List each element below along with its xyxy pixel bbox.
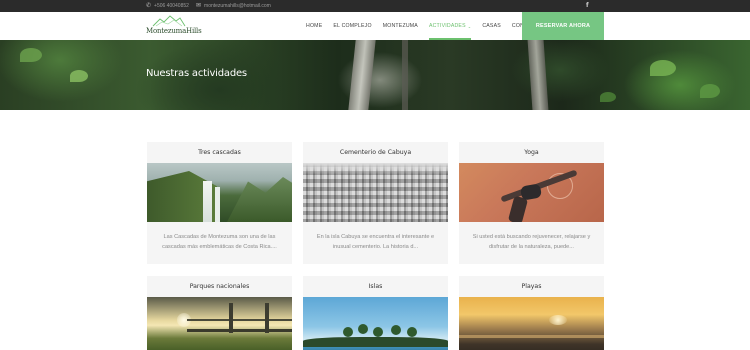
site-header: MontezumaHills HOME EL COMPLEJO MONTEZUM… xyxy=(0,12,750,40)
top-bar: ✆ +506 40040852 ✉ montezumahills@hotmail… xyxy=(0,0,750,12)
page-title: Nuestras actividades xyxy=(146,68,247,79)
activity-card-image[interactable] xyxy=(147,297,292,350)
activity-card-title[interactable]: Playas xyxy=(459,276,604,297)
activity-card-description: Si usted está buscando rejuvenecer, rela… xyxy=(472,234,591,250)
nav-actividades[interactable]: ACTIVIDADES ⌄ xyxy=(428,12,472,40)
main-nav: HOME EL COMPLEJO MONTEZUMA ACTIVIDADES ⌄ … xyxy=(306,12,553,40)
activity-card-description: En la isla Cabuya se encuentra el intere… xyxy=(316,234,435,250)
email-icon: ✉ xyxy=(196,3,202,9)
hero-bg-trunk xyxy=(348,40,376,110)
mountain-logo-icon xyxy=(152,15,186,27)
activity-card[interactable]: Tres cascadas Las Cascadas de Montezuma … xyxy=(147,142,292,264)
nav-casas[interactable]: CASAS xyxy=(482,12,501,40)
hero-bg-trunk xyxy=(402,40,408,110)
site-logo[interactable]: MontezumaHills xyxy=(146,14,202,38)
hero-bg-leaf xyxy=(20,48,42,62)
hero-bg-leaf xyxy=(700,84,720,98)
hero-bg-leaf xyxy=(650,60,676,76)
hero-bg-leaf xyxy=(600,92,616,102)
logo-wordmark: MontezumaHills xyxy=(146,27,202,35)
phone-icon: ✆ xyxy=(146,3,152,9)
hero-banner: Nuestras actividades xyxy=(0,40,750,110)
nav-home-label: HOME xyxy=(306,23,323,29)
activity-card-image[interactable] xyxy=(459,297,604,350)
activity-card-image[interactable] xyxy=(303,163,448,222)
activity-card-image[interactable] xyxy=(303,297,448,350)
facebook-icon[interactable]: f xyxy=(586,2,589,9)
nav-montezuma[interactable]: MONTEZUMA xyxy=(383,12,418,40)
hero-bg-trunk xyxy=(527,40,549,110)
reserve-now-button[interactable]: RESERVAR AHORA xyxy=(522,12,604,40)
activity-card-title[interactable]: Islas xyxy=(303,276,448,297)
nav-el-complejo-label: EL COMPLEJO xyxy=(333,23,372,29)
phone-contact[interactable]: ✆ +506 40040852 xyxy=(146,0,189,12)
activity-card[interactable]: Playas xyxy=(459,276,604,350)
nav-el-complejo[interactable]: EL COMPLEJO xyxy=(333,12,371,40)
nav-casas-label: CASAS xyxy=(482,23,501,29)
nav-montezuma-label: MONTEZUMA xyxy=(382,23,418,29)
activity-card-image[interactable] xyxy=(459,163,604,222)
activity-card-title[interactable]: Yoga xyxy=(459,142,604,163)
activity-card[interactable]: Cementerio de Cabuya En la isla Cabuya s… xyxy=(303,142,448,264)
nav-actividades-label: ACTIVIDADES xyxy=(428,23,466,29)
phone-number: +506 40040852 xyxy=(154,3,189,9)
email-contact[interactable]: ✉ montezumahills@hotmail.com xyxy=(196,0,271,12)
activity-card[interactable]: Yoga Si usted está buscando rejuvenecer,… xyxy=(459,142,604,264)
activity-card[interactable]: Islas xyxy=(303,276,448,350)
activity-card-image[interactable] xyxy=(147,163,292,222)
activity-card-description: Las Cascadas de Montezuma son una de las… xyxy=(162,234,277,250)
nav-home[interactable]: HOME xyxy=(306,12,322,40)
activity-card-title[interactable]: Tres cascadas xyxy=(147,142,292,163)
activity-card-title[interactable]: Cementerio de Cabuya xyxy=(303,142,448,163)
activity-card[interactable]: Parques nacionales xyxy=(147,276,292,350)
chevron-down-icon: ⌄ xyxy=(467,23,472,29)
activity-card-title[interactable]: Parques nacionales xyxy=(147,276,292,297)
email-address: montezumahills@hotmail.com xyxy=(204,3,271,9)
hero-bg-leaf xyxy=(70,70,88,82)
